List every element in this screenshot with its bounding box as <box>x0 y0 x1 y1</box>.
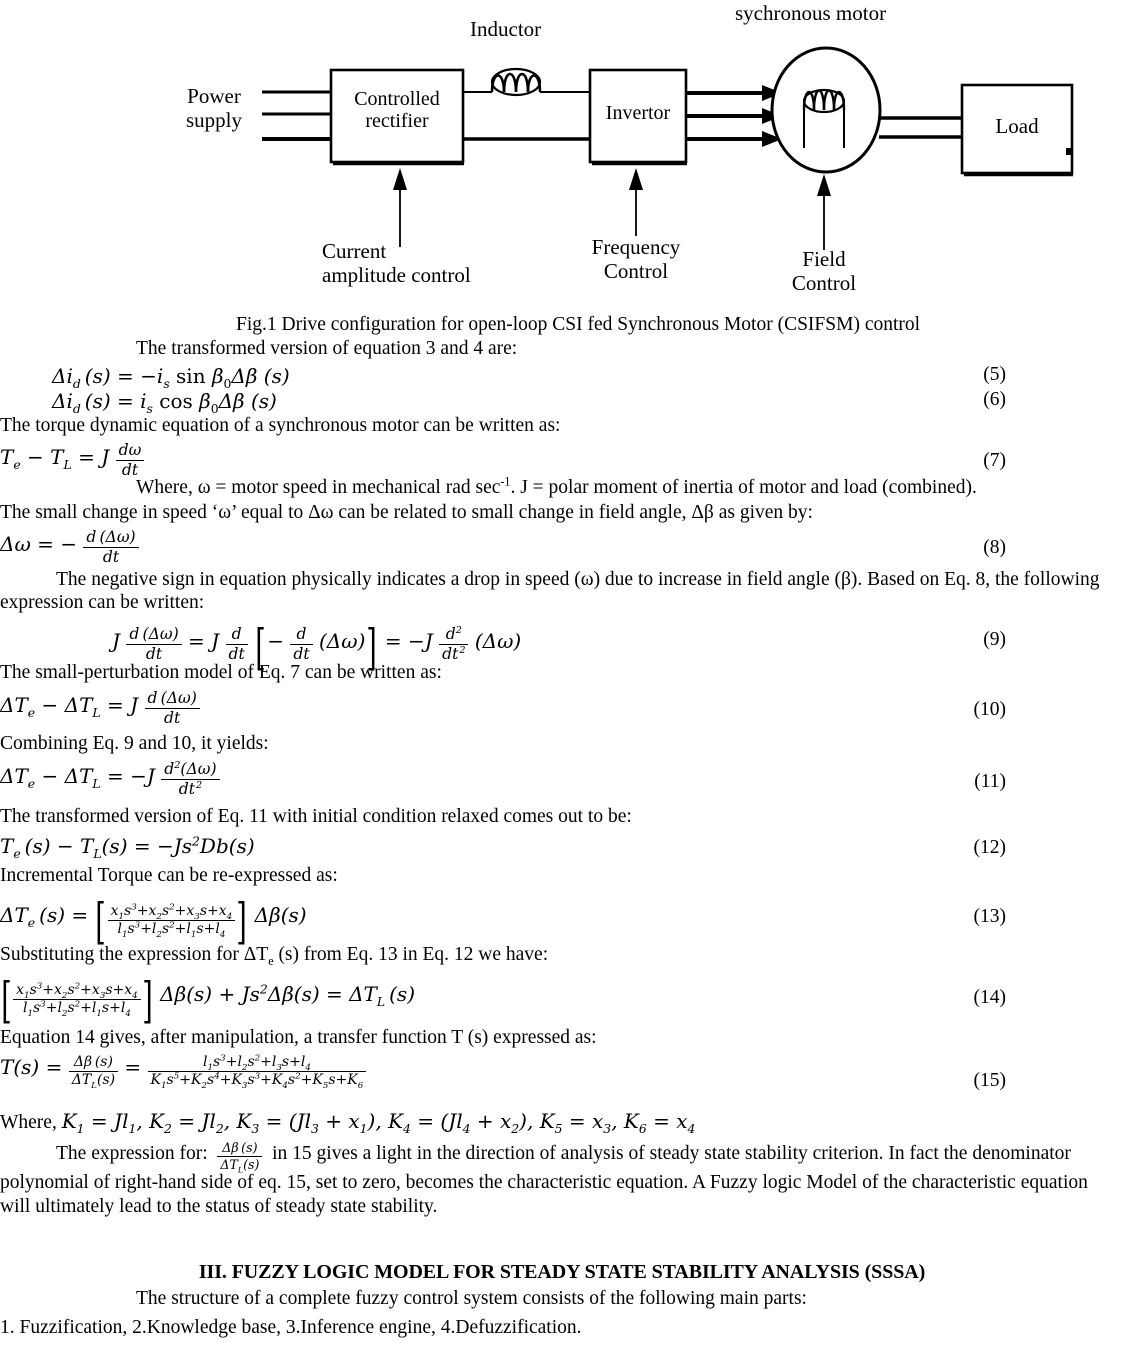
equation-10-row: ΔTe − ΔTL = J d (Δω) dt (10) <box>0 690 1124 734</box>
text-small-perturbation: The small-perturbation model of Eq. 7 ca… <box>0 662 442 683</box>
equation-9: J d (Δω) dt = J d dt [− d dt (Δω)] = −J d2 d… <box>112 619 522 676</box>
label-field-control: Field Control <box>778 247 870 295</box>
equation-7: Te − TL = J dω dt <box>0 442 145 478</box>
power-supply-line2: supply <box>185 107 242 132</box>
text-combining: Combining Eq. 9 and 10, it yields: <box>0 733 269 754</box>
label-synchronous-motor: sychronous motor <box>735 1 887 25</box>
negative-sign-text: The negative sign in equation physically… <box>0 569 1100 613</box>
equation-8: Δω = − d (Δω) dt <box>0 529 139 565</box>
text-torque-dynamic: The torque dynamic equation of a synchro… <box>0 415 561 436</box>
equation-10: ΔTe − ΔTL = J d (Δω) dt <box>0 690 200 726</box>
text-parts-line: 1. Fuzzification, 2.Knowledge base, 3.In… <box>0 1316 582 1338</box>
equation-12-row: Te (s) − TL(s) = −Js2Db(s) (12) <box>0 834 1124 866</box>
equation-14-row: [x1s3+x2s2+x3s+x4 l1s3+l2s2+l1s+l4] Δβ(s)… <box>0 972 1124 1029</box>
field-control-line2: Control <box>791 270 857 295</box>
label-load: Load <box>995 114 1039 138</box>
text-incremental-torque: Incremental Torque can be re-expressed a… <box>0 865 338 886</box>
equation-9-row: J d (Δω) dt = J d dt [− d dt (Δω)] = −J d2 d… <box>0 619 1124 676</box>
frequency-control-line1: Frequency <box>591 235 681 259</box>
field-control-line1: Field <box>802 247 846 271</box>
text-intro-eq34: The transformed version of equation 3 an… <box>136 338 518 359</box>
equation-8-row: Δω = − d (Δω) dt (8) <box>0 529 1124 569</box>
power-supply-line1: Power <box>187 84 241 108</box>
equation-14: [x1s3+x2s2+x3s+x4 l1s3+l2s2+l1s+l4] Δβ(s)… <box>1 972 415 1029</box>
controlled-rectifier-line1: Controlled <box>354 88 440 110</box>
substituting-pre: Substituting the expression for ΔT <box>0 944 269 965</box>
figure-drive-configuration: Power supply Controlled rectifier Induct… <box>0 0 1124 315</box>
controlled-rectifier-line2: rectifier <box>365 110 429 133</box>
expression-for-pre: The expression for: <box>56 1143 208 1165</box>
equation-number-9: (9) <box>983 629 1006 650</box>
label-inductor: Inductor <box>470 17 542 41</box>
label-controlled-rectifier: Controlled rectifier <box>334 88 460 133</box>
equation-13-row: ΔTe (s) = [x1s3+x2s2+x3s+x4 l1s3+l2s2+l1s… <box>0 893 1124 950</box>
equation-number-12: (12) <box>973 837 1007 858</box>
text-structure-line: The structure of a complete fuzzy contro… <box>136 1287 807 1309</box>
label-power-supply: Power supply <box>168 84 260 132</box>
substituting-post: (s) from Eq. 13 in Eq. 12 we have: <box>273 944 549 965</box>
label-current-amplitude-control: Current amplitude control <box>322 239 471 287</box>
text-small-change: The small change in speed ‘ω’ equal to Δ… <box>0 502 813 523</box>
text-negative-sign: The negative sign in equation physically… <box>0 569 1124 619</box>
drive-configuration-svg <box>262 46 1074 250</box>
equation-5: Δid (s) = −is sin β0Δβ (s) <box>52 364 290 391</box>
equation-12: Te (s) − TL(s) = −Js2Db(s) <box>0 833 255 861</box>
equation-number-7: (7) <box>983 450 1006 471</box>
equation-7-row: Te − TL = J dω dt (7) <box>0 442 1124 479</box>
synchronous-motor-symbol <box>770 46 882 174</box>
text-where-k: Where, K1 = Jl1, K2 = Jl2, K3 = (Jl3 + x… <box>0 1111 1124 1141</box>
equation-5-row: Δid (s) = −is sin β0Δβ (s) (5) <box>0 364 1124 391</box>
equation-15-row: T(s) = Δβ (s) ΔTL(s) = l1s3+l2s2+l3s+l4 K1… <box>0 1054 1124 1111</box>
equation-number-5: (5) <box>983 364 1006 385</box>
equation-number-6: (6) <box>983 389 1006 410</box>
text-equation14-intro: Equation 14 gives, after manipulation, a… <box>0 1027 597 1048</box>
text-transformed-11: The transformed version of Eq. 11 with i… <box>0 806 632 827</box>
equation-11: ΔTe − ΔTL = −J d2(Δω) dt 2 <box>0 760 220 797</box>
label-frequency-control: Frequency Control <box>578 235 694 283</box>
equation-11-row: ΔTe − ΔTL = −J d2(Δω) dt 2 (11) <box>0 760 1124 807</box>
equation-number-8: (8) <box>983 537 1006 558</box>
equation-number-11: (11) <box>974 771 1006 792</box>
where-omega-pre: Where, ω = motor speed in mechanical rad… <box>136 477 501 498</box>
label-invertor: Invertor <box>605 102 671 124</box>
where-omega-rest: . J = polar moment of inertia of motor a… <box>510 477 977 498</box>
equation-number-14: (14) <box>973 987 1007 1008</box>
equation-number-13: (13) <box>973 906 1007 927</box>
equation-number-10: (10) <box>973 699 1007 720</box>
equation-6-row: Δid (s) = is cos β0Δβ (s) (6) <box>0 389 1124 416</box>
current-control-line1: Current <box>322 239 387 263</box>
equation-13: ΔTe (s) = [x1s3+x2s2+x3s+x4 l1s3+l2s2+l1s… <box>0 893 307 950</box>
equation-15: T(s) = Δβ (s) ΔTL(s) = l1s3+l2s2+l3s+l4 K1… <box>0 1054 367 1091</box>
where-k-label: Where, <box>0 1112 57 1133</box>
equation-6: Δid (s) = is cos β0Δβ (s) <box>52 389 277 416</box>
where-omega-superscript: -1 <box>500 474 511 489</box>
figure-caption: Fig.1 Drive configuration for open-loop … <box>236 314 921 335</box>
text-where-omega: Where, ω = motor speed in mechanical rad… <box>0 474 1124 503</box>
current-control-line2: amplitude control <box>322 262 471 287</box>
text-substituting: Substituting the expression for ΔTe (s) … <box>0 945 1124 972</box>
document-body: Fig.1 Drive configuration for open-loop … <box>0 315 1124 1346</box>
where-k-expressions: K1 = Jl1, K2 = Jl2, K3 = (Jl3 + x1), K4 … <box>61 1109 696 1136</box>
equation-number-15: (15) <box>973 1070 1007 1091</box>
frequency-control-line2: Control <box>603 258 669 283</box>
section-heading: III. FUZZY LOGIC MODEL FOR STEADY STATE … <box>198 1260 926 1283</box>
expression-fraction: Δβ (s) ΔTL(s) <box>217 1141 263 1174</box>
text-expression-for: The expression for: Δβ (s) ΔTL(s) in 15 g… <box>0 1141 1124 1219</box>
